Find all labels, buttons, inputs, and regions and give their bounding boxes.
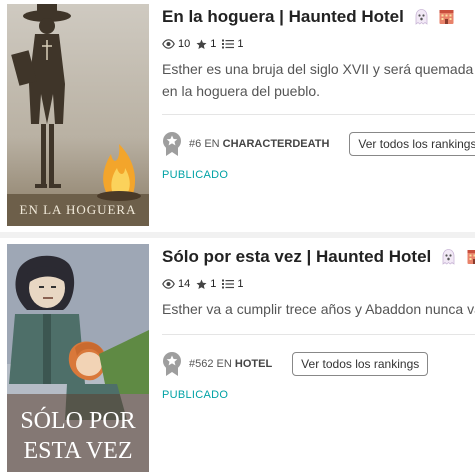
- votes-count: 1: [210, 38, 217, 50]
- reads-count: 10: [178, 38, 191, 50]
- ranking-badge-icon: [163, 132, 181, 156]
- view-all-rankings-button[interactable]: Ver todos los rankings: [292, 352, 429, 376]
- ranking-text: #562 EN HOTEL: [189, 358, 272, 370]
- story-card[interactable]: EN LA HOGUERA En la hoguera | Haunted Ho…: [0, 0, 475, 232]
- cover-title-line2: ESTA VEZ: [24, 438, 133, 464]
- eye-icon: [162, 39, 175, 49]
- parts-stat: 1: [222, 38, 244, 50]
- view-all-rankings-button[interactable]: Ver todos los rankings: [349, 132, 475, 156]
- list-icon: [222, 279, 235, 289]
- ranking-row: #562 EN HOTEL Ver todos los rankings: [162, 350, 429, 378]
- story-stats: 10 1 1: [162, 38, 250, 50]
- cover-image-witch: EN LA HOGUERA: [7, 4, 149, 226]
- ranking-badge-icon: [163, 352, 181, 376]
- ranking-en: EN: [204, 138, 220, 150]
- story-title-text[interactable]: Sólo por esta vez | Haunted Hotel: [162, 247, 431, 266]
- ranking-tag[interactable]: HOTEL: [235, 358, 272, 370]
- ghost-emoji-icon: [415, 9, 427, 25]
- hotel-emoji-icon: [439, 10, 454, 24]
- story-cover[interactable]: EN LA HOGUERA: [7, 4, 149, 226]
- reads-stat: 14: [162, 278, 190, 290]
- hotel-emoji-icon: [467, 250, 475, 264]
- ranking-tag[interactable]: CHARACTERDEATH: [223, 138, 330, 150]
- cover-title: EN LA HOGUERA: [20, 202, 137, 217]
- story-title[interactable]: Sólo por esta vez | Haunted Hotel: [162, 247, 475, 267]
- parts-count: 1: [237, 278, 244, 290]
- votes-stat: 1: [196, 38, 216, 50]
- reads-count: 14: [178, 278, 191, 290]
- cover-title-line1: SÓLO POR: [20, 407, 135, 434]
- cover-image-cartoon: SÓLO POR ESTA VEZ: [7, 244, 149, 472]
- reads-stat: 10: [162, 38, 190, 50]
- story-stats: 14 1 1: [162, 278, 250, 290]
- status-published: PUBLICADO: [162, 169, 229, 181]
- ranking-row: #6 EN CHARACTERDEATH Ver todos los ranki…: [162, 130, 475, 158]
- parts-count: 1: [237, 38, 244, 50]
- divider: [162, 334, 475, 335]
- votes-stat: 1: [196, 278, 216, 290]
- story-description: Esther es una bruja del siglo XVII y ser…: [162, 61, 474, 99]
- parts-stat: 1: [222, 278, 244, 290]
- ghost-emoji-icon: [442, 249, 455, 265]
- story-title-text[interactable]: En la hoguera | Haunted Hotel: [162, 7, 404, 26]
- ranking-text: #6 EN CHARACTERDEATH: [189, 138, 329, 150]
- divider: [162, 114, 475, 115]
- story-separator: [0, 232, 475, 238]
- ranking-number: #562: [189, 358, 214, 370]
- story-card[interactable]: SÓLO POR ESTA VEZ Sólo por esta vez | Ha…: [0, 240, 475, 472]
- story-title[interactable]: En la hoguera | Haunted Hotel: [162, 7, 455, 27]
- ranking-number: #6: [189, 138, 202, 150]
- votes-count: 1: [210, 278, 217, 290]
- status-published: PUBLICADO: [162, 389, 229, 401]
- list-icon: [222, 39, 235, 49]
- eye-icon: [162, 279, 175, 289]
- story-cover[interactable]: SÓLO POR ESTA VEZ: [7, 244, 149, 472]
- star-icon: [196, 279, 207, 289]
- star-icon: [196, 39, 207, 49]
- ranking-en: EN: [216, 358, 232, 370]
- story-description: Esther va a cumplir trece años y Abaddon…: [162, 301, 475, 317]
